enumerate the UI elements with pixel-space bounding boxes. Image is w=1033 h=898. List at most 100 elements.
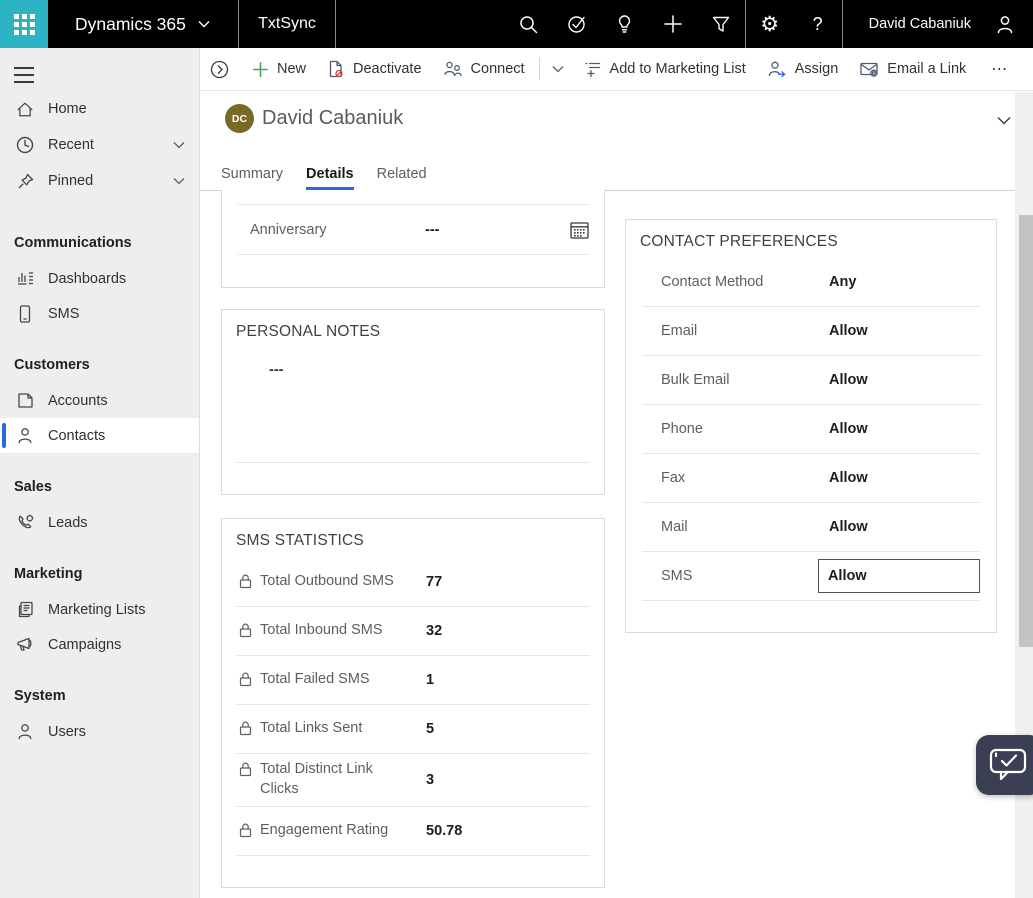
sidebar-item-home[interactable]: Home (0, 91, 199, 127)
connect-button[interactable]: Connect (433, 48, 536, 90)
lock-icon (239, 623, 252, 638)
sidebar-item-label: SMS (48, 305, 80, 322)
field-label: Total Distinct Link Clicks (260, 761, 373, 797)
field-value: 77 (426, 574, 443, 590)
lock-icon (239, 762, 252, 777)
site-map-sidebar: Home Recent Pinned Communications Dashbo… (0, 48, 200, 898)
task-check-button[interactable] (553, 0, 601, 48)
pref-row-bulk-email: Bulk Email Allow (642, 356, 980, 405)
more-commands-button[interactable]: ⋯ (977, 59, 1023, 79)
command-label: Email a Link (887, 61, 967, 77)
pref-row-fax: Fax Allow (642, 454, 980, 503)
field-label-wrap: Total Distinct Link Clicks (236, 760, 426, 799)
sidebar-group-title: Communications (14, 235, 132, 251)
chevron-down-icon (997, 117, 1011, 125)
sidebar-item-leads[interactable]: Leads (0, 505, 199, 540)
connect-dropdown-button[interactable] (543, 48, 573, 90)
sidebar-group-communications: Communications Dashboards SMS (0, 199, 199, 331)
field-value: 50.78 (426, 823, 463, 839)
clock-icon (15, 136, 35, 154)
filter-button[interactable] (697, 0, 745, 48)
sitemap-collapse-button[interactable] (14, 64, 36, 86)
collapse-header-button[interactable] (997, 112, 1011, 130)
field-value[interactable]: Allow (829, 372, 868, 388)
field-value[interactable]: Allow (829, 519, 868, 535)
sidebar-group-title: Marketing (14, 566, 83, 582)
field-label: Contact Method (661, 274, 764, 290)
assign-button[interactable]: Assign (757, 48, 850, 90)
sidebar-group-title: Customers (14, 357, 90, 373)
account-button[interactable] (983, 0, 1027, 48)
sidebar-item-contacts[interactable]: Contacts (0, 418, 199, 453)
add-to-marketing-list-button[interactable]: Add to Marketing List (573, 48, 757, 90)
email-a-link-button[interactable]: Email a Link (849, 48, 977, 90)
help-icon: ? (812, 14, 823, 34)
email-link-icon (860, 62, 878, 77)
chevron-down-icon (552, 66, 564, 73)
vertical-scrollbar-thumb[interactable] (1019, 215, 1033, 647)
help-button[interactable]: ? (794, 0, 842, 48)
sidebar-item-pinned[interactable]: Pinned (0, 163, 199, 199)
personal-notes-value[interactable]: --- (269, 362, 604, 378)
brand-menu[interactable]: Dynamics 365 (48, 14, 238, 35)
app-launcher-button[interactable] (0, 0, 48, 48)
chevron-down-icon[interactable] (173, 137, 185, 153)
sidebar-item-campaigns[interactable]: Campaigns (0, 627, 199, 662)
tab-related[interactable]: Related (377, 160, 427, 190)
sidebar-item-label: Campaigns (48, 636, 122, 653)
sidebar-item-label: Leads (48, 514, 88, 531)
calendar-icon (570, 221, 589, 239)
command-bar: New Deactivate Connect Add to Marketing … (200, 48, 1033, 91)
lock-icon (239, 574, 252, 589)
field-value: 3 (426, 772, 435, 788)
tab-details[interactable]: Details (306, 160, 354, 190)
insights-button[interactable] (601, 0, 649, 48)
sidebar-group-title: Sales (14, 479, 52, 495)
field-label: Engagement Rating (260, 822, 389, 839)
field-value[interactable]: Allow (829, 470, 868, 486)
sms-statistics-card: SMS STATISTICS Total Outbound SMS 77 Tot… (221, 518, 605, 888)
stat-row-total-outbound-sms: Total Outbound SMS 77 (236, 558, 590, 607)
sidebar-item-sms[interactable]: SMS (0, 296, 199, 331)
lock-icon (239, 672, 252, 687)
person-icon (15, 427, 35, 444)
marketing-list-icon (15, 601, 35, 618)
stat-row-total-distinct-link-clicks: Total Distinct Link Clicks 3 (236, 754, 590, 807)
deactivate-button[interactable]: Deactivate (317, 48, 433, 90)
collapse-command-bar-button[interactable] (210, 60, 229, 79)
top-navigation-bar: Dynamics 365 TxtSync ⚙ ? David Cabaniuk (0, 0, 1033, 48)
search-button[interactable] (505, 0, 553, 48)
avatar: DC (225, 104, 254, 133)
date-picker-button[interactable] (570, 221, 589, 239)
field-value: 1 (426, 672, 435, 688)
create-new-button[interactable] (649, 0, 697, 48)
new-button[interactable]: New (242, 48, 317, 90)
pref-row-contact-method: Contact Method Any (642, 258, 980, 307)
field-label: Total Outbound SMS (260, 573, 394, 590)
sidebar-item-dashboards[interactable]: Dashboards (0, 261, 199, 296)
field-value[interactable]: --- (425, 222, 440, 238)
anniversary-card: Anniversary --- (221, 190, 605, 288)
field-value[interactable]: Any (829, 274, 856, 290)
sidebar-item-users[interactable]: Users (0, 714, 199, 749)
sidebar-item-recent[interactable]: Recent (0, 127, 199, 163)
tab-summary[interactable]: Summary (221, 160, 283, 190)
field-label: Email (661, 323, 698, 339)
field-value[interactable]: Allow (829, 323, 868, 339)
settings-button[interactable]: ⚙ (746, 0, 794, 48)
field-label-wrap: Total Outbound SMS (236, 572, 426, 592)
lock-icon (239, 721, 252, 736)
plus-icon (253, 61, 268, 77)
lightbulb-icon (618, 15, 631, 33)
chevron-down-icon[interactable] (173, 173, 185, 189)
home-icon (15, 101, 35, 118)
sms-preference-field-focused[interactable]: Allow (817, 559, 980, 593)
assign-person-icon (768, 61, 786, 77)
field-value: Allow (827, 568, 867, 584)
command-label: Add to Marketing List (609, 61, 746, 77)
field-value[interactable]: Allow (829, 421, 868, 437)
command-divider (538, 58, 540, 80)
sidebar-item-marketing-lists[interactable]: Marketing Lists (0, 592, 199, 627)
sidebar-item-accounts[interactable]: Accounts (0, 383, 199, 418)
chat-widget-button[interactable] (976, 735, 1033, 795)
